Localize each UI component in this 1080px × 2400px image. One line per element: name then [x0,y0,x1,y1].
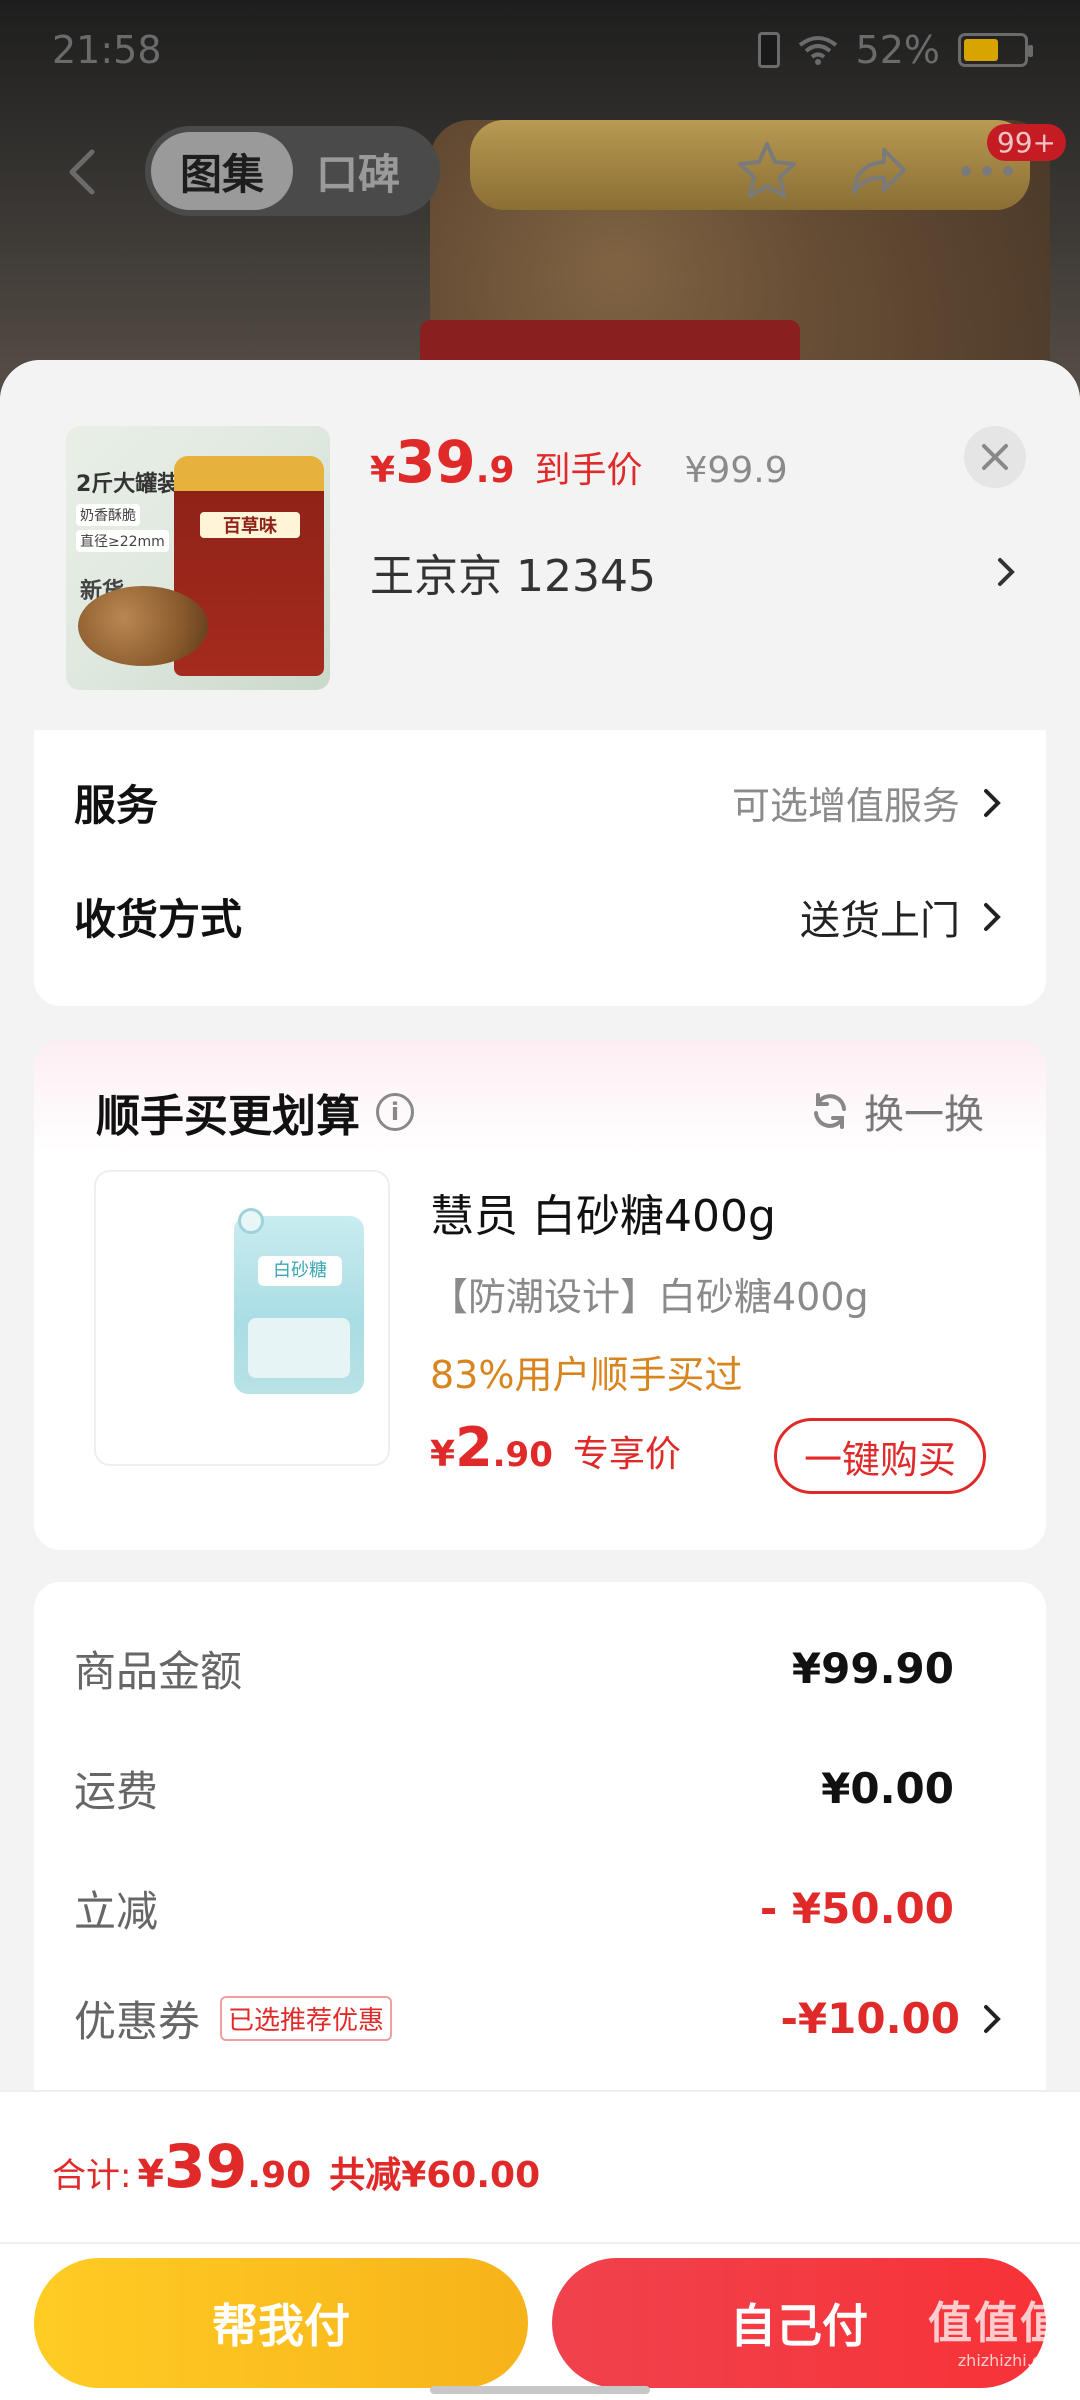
battery-percent: 52% [855,28,940,72]
home-indicator[interactable] [430,2386,650,2394]
upsell-thumbnail[interactable]: 白砂糖 [94,1170,390,1466]
total-row: 合计: ¥ 39 .90 共减¥60.00 [52,2132,540,2202]
help-me-pay-button[interactable]: 帮我付 [34,2258,528,2388]
chevron-right-icon [984,902,1001,931]
close-button[interactable] [964,426,1026,488]
tab-gallery[interactable]: 图集 [151,132,293,210]
footer-divider [0,2242,1080,2244]
watermark: 值值值 zhizhizhi.com [928,2287,1066,2370]
message-badge: 99+ [986,124,1066,161]
sugar-bag-label: 白砂糖 [258,1256,342,1286]
chevron-right-icon [984,2004,1001,2033]
upsell-item-name[interactable]: 慧员 白砂糖400g [430,1180,776,1244]
price-decimal: .9 [475,450,515,491]
total-decimal: .90 [247,2155,312,2196]
upsell-item-desc: 【防潮设计】白砂糖400g [430,1275,869,1319]
delivery-label: 收货方式 [74,895,243,944]
summary-row-shipping: 运费 ¥0.00 [74,1758,1006,1819]
total-saved: 共减¥60.00 [329,2155,541,2196]
favorite-star-icon[interactable] [734,138,800,204]
thumb-nuts [78,586,208,666]
upsell-card: 顺手买更划算 i 换一换 白砂糖 慧员 白砂糖400g 【防潮设计】白砂糖400… [34,1040,1046,1550]
status-icons: 52% [757,28,1033,72]
back-icon[interactable] [56,142,116,202]
service-value-text: 可选增值服务 [731,784,960,828]
product-header: 2斤大罐装 奶香酥脆 直径≥22mm 新货 百草味 ¥ 39 .9 到手价 ¥9… [0,360,1080,730]
swap-button[interactable]: 换一换 [810,1082,984,1140]
delivery-value-text: 送货上门 [800,897,960,944]
sugar-bag-image: 白砂糖 [234,1208,364,1394]
upsell-title-text: 顺手买更划算 [96,1091,360,1142]
shipping-label: 运费 [74,1767,159,1816]
store-name: 王京京 12345 [370,551,656,602]
discount-value: - ¥50.00 [759,1884,954,1933]
upsell-title: 顺手买更划算 i [96,1080,414,1144]
info-icon[interactable]: i [376,1093,414,1131]
nav-actions [734,138,1020,204]
checkout-footer: 合计: ¥ 39 .90 共减¥60.00 帮我付 自己付 值值值 zhizhi… [0,2090,1080,2400]
upsell-price-label: 专享价 [572,1434,681,1475]
total-currency: ¥ [137,2152,164,2196]
watermark-url: zhizhizhi.com [957,2351,1066,2370]
refresh-icon [814,1093,846,1129]
discount-label: 立减 [74,1887,159,1936]
upsell-price-currency: ¥ [430,1434,456,1475]
status-time: 21:58 [52,28,162,72]
product-thumbnail: 2斤大罐装 奶香酥脆 直径≥22mm 新货 百草味 [66,426,330,690]
coupon-value: -¥10.00 [780,1994,960,2043]
store-row[interactable]: 王京京 12345 [370,540,1020,604]
status-bar: 21:58 52% [0,0,1080,100]
top-nav: 图集 口碑 99+ [0,120,1080,230]
coupon-label-group: 优惠券 已选推荐优惠 [74,1988,393,2049]
battery-icon [958,33,1033,67]
shipping-value: ¥0.00 [821,1764,954,1813]
original-price: ¥99.9 [684,450,788,491]
price-summary-card: 商品金额 ¥99.90 运费 ¥0.00 立减 - ¥50.00 优惠券 已选推… [34,1582,1046,2142]
swap-label: 换一换 [864,1092,984,1138]
chevron-right-icon [998,558,1015,586]
close-icon [982,444,1008,470]
price-row: ¥ 39 .9 到手价 ¥99.9 [370,428,788,496]
delivery-value: 送货上门 [800,888,1006,946]
service-row[interactable]: 服务 可选增值服务 [74,772,1006,833]
subtotal-value: ¥99.90 [791,1644,954,1693]
summary-row-coupon[interactable]: 优惠券 已选推荐优惠 -¥10.00 [74,1988,1006,2049]
service-card: 服务 可选增值服务 收货方式 送货上门 [34,730,1046,1006]
thumb-brand: 百草味 [200,512,300,538]
upsell-social-proof: 83%用户顺手买过 [430,1353,743,1397]
coupon-label: 优惠券 [74,1997,201,2046]
thumb-tag: 直径≥22mm [76,530,169,552]
final-price-label: 到手价 [534,450,643,491]
sim-icon [757,32,780,68]
subtotal-label: 商品金额 [74,1647,243,1696]
tab-reviews[interactable]: 口碑 [293,132,423,210]
one-click-buy-button[interactable]: 一键购买 [774,1418,986,1494]
coupon-tag: 已选推荐优惠 [220,1996,393,2041]
upsell-price: ¥ 2 .90 专享价 [430,1416,681,1479]
share-icon[interactable] [844,138,910,204]
chevron-right-icon [984,788,1001,817]
watermark-logo: 值值值 [928,2298,1066,2349]
total-label: 合计: [52,2156,132,2196]
upsell-price-integer: 2 [455,1416,493,1479]
summary-row-discount: 立减 - ¥50.00 [74,1878,1006,1939]
total-integer: 39 [163,2132,248,2202]
service-value: 可选增值服务 [732,775,1006,830]
coupon-value-group: -¥10.00 [780,1994,1006,2043]
upsell-price-decimal: .90 [492,1435,553,1475]
thumb-tag: 奶香酥脆 [76,504,140,526]
thumb-title: 2斤大罐装 [76,472,180,497]
summary-row-subtotal: 商品金额 ¥99.90 [74,1638,1006,1699]
service-label: 服务 [74,781,159,830]
price-integer: 39 [395,428,476,496]
gallery-review-toggle: 图集 口碑 [145,126,440,216]
wifi-icon [798,36,837,65]
price-currency: ¥ [370,450,396,491]
delivery-row[interactable]: 收货方式 送货上门 [74,886,1006,947]
